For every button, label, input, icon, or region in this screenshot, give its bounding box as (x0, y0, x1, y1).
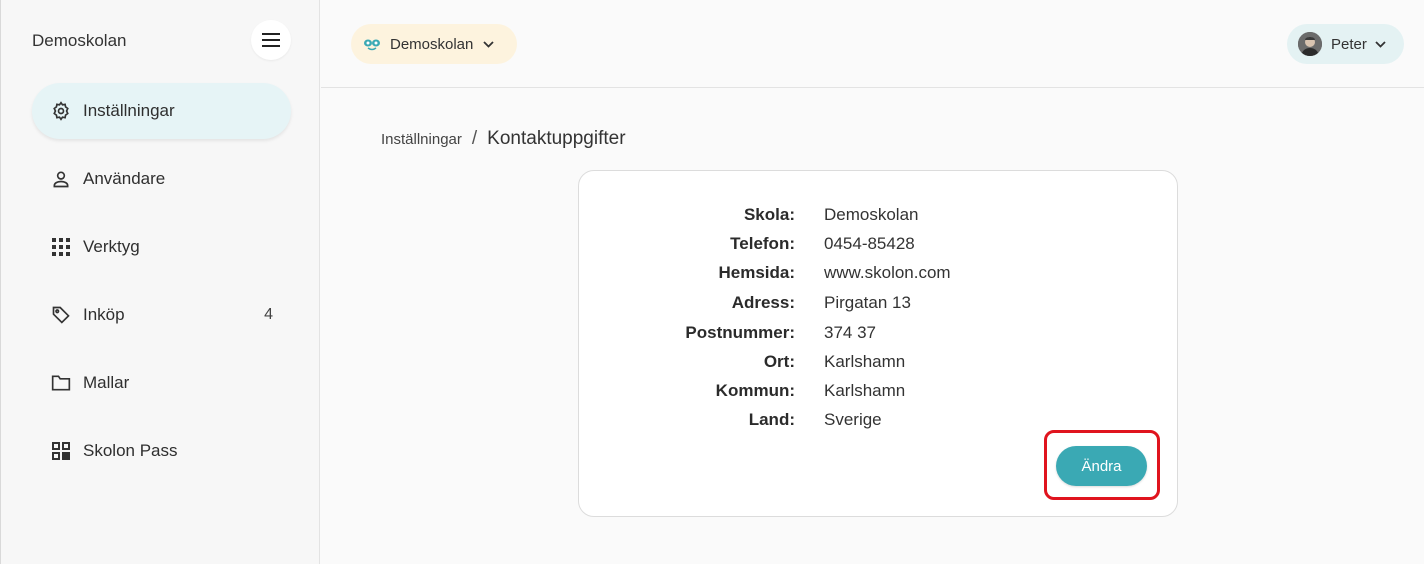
sidebar-item-verktyg[interactable]: Verktyg (32, 219, 291, 275)
field-value: www.skolon.com (824, 263, 951, 282)
sidebar-item-mallar[interactable]: Mallar (32, 355, 291, 411)
hamburger-icon (262, 33, 280, 47)
field-value: Karlshamn (824, 381, 906, 400)
field-label: Land: (748, 410, 795, 429)
field-label: Skola: (743, 205, 795, 224)
field-label: Kommun: (715, 381, 795, 400)
menu-button[interactable] (251, 20, 291, 60)
user-icon (51, 169, 71, 189)
sidebar-item-anvandare[interactable]: Användare (32, 151, 291, 207)
field-label: Telefon: (730, 234, 795, 253)
sidebar-item-label: Inköp (83, 305, 125, 324)
avatar (1298, 32, 1322, 56)
organization-switcher[interactable]: Demoskolan (351, 24, 517, 64)
sidebar-item-skolon-pass[interactable]: Skolon Pass (32, 423, 291, 479)
sidebar-item-label: Verktyg (83, 237, 140, 256)
contact-card: Skola: Demoskolan Telefon: 0454-85428 He… (578, 170, 1178, 517)
contact-row-postnummer: Postnummer: 374 37 (579, 323, 1179, 347)
contact-row-telefon: Telefon: 0454-85428 (579, 234, 1179, 258)
page-title: Kontaktuppgifter (487, 128, 626, 149)
field-value: Demoskolan (824, 205, 919, 224)
sidebar-item-label: Inställningar (83, 101, 175, 120)
field-value: Pirgatan 13 (824, 293, 911, 312)
school-name: Demoskolan (32, 31, 127, 50)
field-label: Ort: (763, 352, 795, 371)
contact-row-adress: Adress: Pirgatan 13 (579, 293, 1179, 317)
contact-row-kommun: Kommun: Karlshamn (579, 381, 1179, 405)
edit-button[interactable]: Ändra (1056, 446, 1147, 486)
tag-icon (51, 305, 71, 325)
gear-icon (51, 101, 71, 121)
qr-icon (51, 441, 71, 461)
sidebar-item-label: Skolon Pass (83, 441, 178, 460)
field-value: Sverige (824, 410, 882, 429)
skolon-logo-icon (364, 39, 380, 51)
contact-row-hemsida: Hemsida: www.skolon.com (579, 263, 1179, 287)
breadcrumb-link-installningar[interactable]: Inställningar (381, 131, 462, 148)
field-label: Postnummer: (685, 323, 795, 342)
user-menu[interactable]: Peter (1287, 24, 1404, 64)
contact-row-land: Land: Sverige (579, 410, 1179, 434)
sidebar-item-inkop[interactable]: Inköp 4 (32, 287, 291, 343)
field-label: Adress: (731, 293, 795, 312)
field-value: 374 37 (824, 323, 876, 342)
breadcrumb: Inställningar / Kontaktuppgifter (381, 128, 626, 150)
grid-icon (51, 237, 71, 257)
user-name: Peter (1331, 35, 1367, 53)
folder-icon (51, 373, 71, 393)
breadcrumb-separator: / (471, 128, 478, 149)
chevron-down-icon (483, 40, 495, 48)
top-bar: Demoskolan Peter (321, 0, 1424, 88)
count-badge: 4 (264, 306, 273, 323)
organization-name: Demoskolan (390, 35, 474, 53)
sidebar-item-installningar[interactable]: Inställningar (32, 83, 291, 139)
field-value: Karlshamn (824, 352, 906, 371)
contact-row-ort: Ort: Karlshamn (579, 352, 1179, 376)
chevron-down-icon (1375, 40, 1386, 48)
field-label: Hemsida: (718, 263, 795, 282)
sidebar: Demoskolan Inställningar Användare Verkt… (0, 0, 320, 564)
field-value: 0454-85428 (824, 234, 915, 253)
contact-row-skola: Skola: Demoskolan (579, 205, 1179, 229)
sidebar-item-label: Användare (83, 169, 166, 188)
sidebar-item-label: Mallar (83, 373, 130, 392)
